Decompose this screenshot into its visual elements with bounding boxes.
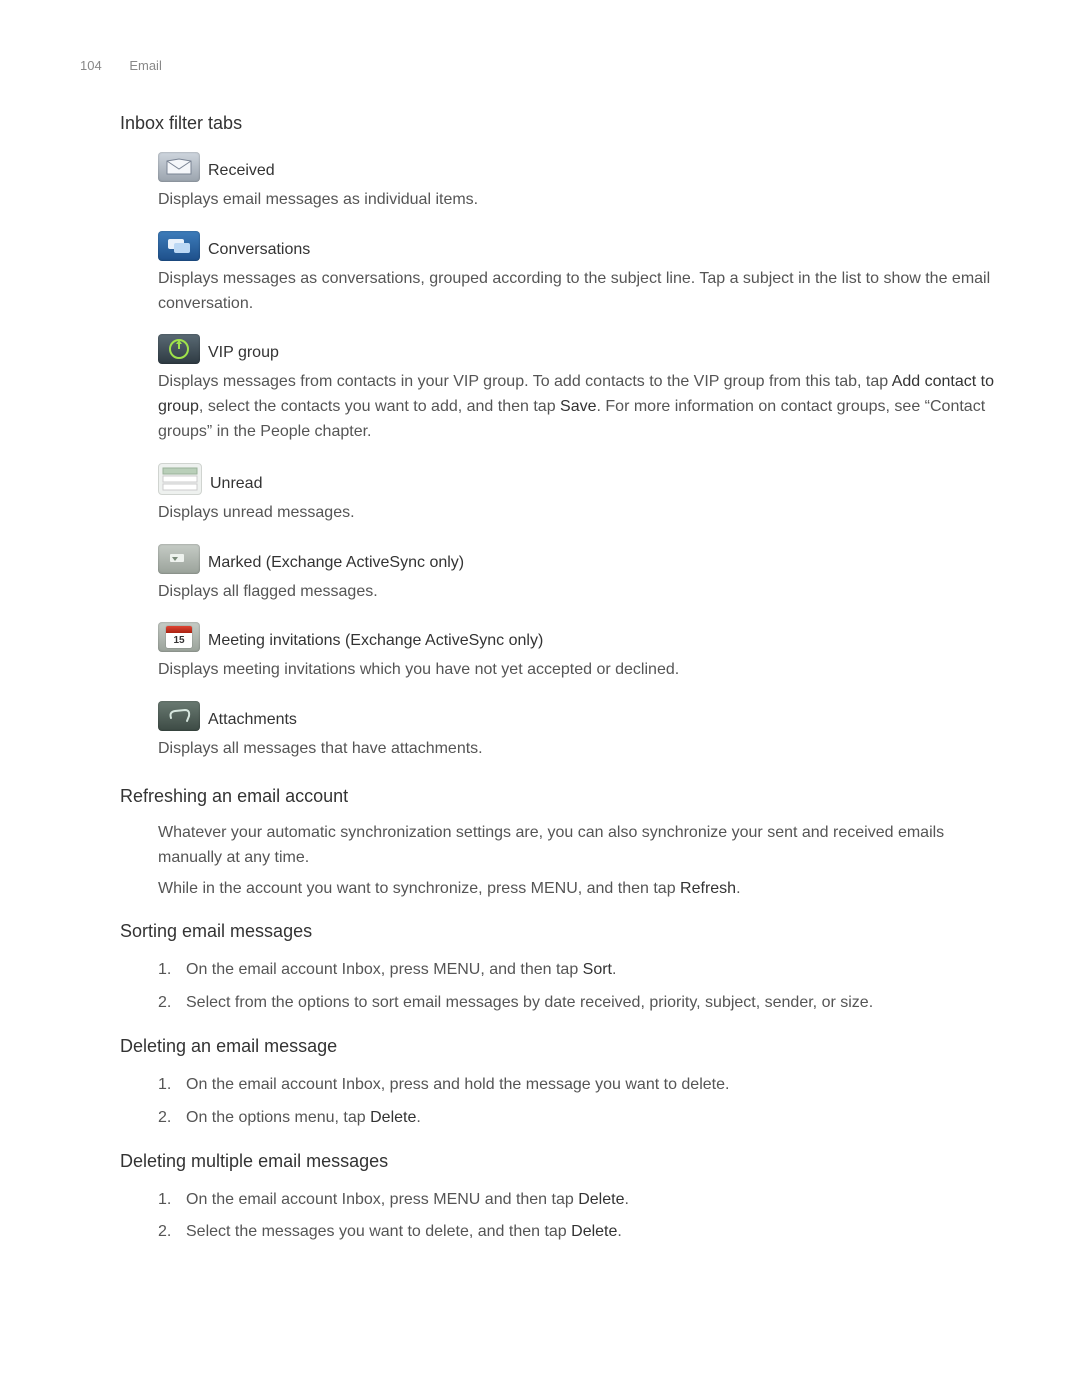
tab-attachments: Attachments Displays all messages that h… bbox=[158, 701, 1000, 762]
bold-text: Delete bbox=[578, 1191, 624, 1208]
page-number: 104 bbox=[80, 58, 102, 73]
envelope-icon bbox=[158, 152, 200, 182]
heading-refreshing: Refreshing an email account bbox=[120, 786, 1000, 807]
heading-deleting-one: Deleting an email message bbox=[120, 1036, 1000, 1057]
text: While in the account you want to synchro… bbox=[158, 880, 680, 897]
text: On the options menu, tap bbox=[186, 1109, 370, 1126]
list-item: On the email account Inbox, press and ho… bbox=[158, 1073, 1000, 1098]
tab-desc: Displays all messages that have attachme… bbox=[158, 737, 1000, 762]
paragraph: While in the account you want to synchro… bbox=[158, 877, 1000, 902]
ordered-list: On the email account Inbox, press and ho… bbox=[158, 1073, 1000, 1131]
page-header: 104 Email bbox=[80, 58, 1000, 73]
tab-label: VIP group bbox=[208, 344, 279, 364]
text: On the email account Inbox, press MENU, … bbox=[186, 961, 583, 978]
tab-unread: Unread Displays unread messages. bbox=[158, 463, 1000, 526]
calendar-day: 15 bbox=[166, 633, 192, 648]
heading-sorting: Sorting email messages bbox=[120, 921, 1000, 942]
tab-vip: VIP group Displays messages from contact… bbox=[158, 334, 1000, 444]
vip-icon bbox=[158, 334, 200, 364]
unread-icon bbox=[158, 463, 202, 495]
bold-text: Save bbox=[560, 398, 596, 415]
text: . bbox=[736, 880, 740, 897]
paragraph: Whatever your automatic synchronization … bbox=[158, 821, 1000, 871]
bold-text: Delete bbox=[571, 1223, 617, 1240]
tab-desc: Displays unread messages. bbox=[158, 501, 1000, 526]
paperclip-icon bbox=[158, 701, 200, 731]
list-item: On the email account Inbox, press MENU a… bbox=[158, 1188, 1000, 1213]
list-item: Select from the options to sort email me… bbox=[158, 991, 1000, 1016]
bold-text: Sort bbox=[583, 961, 612, 978]
tab-conversations: Conversations Displays messages as conve… bbox=[158, 231, 1000, 317]
heading-inbox-filter-tabs: Inbox filter tabs bbox=[120, 113, 1000, 134]
bold-text: Refresh bbox=[680, 880, 736, 897]
ordered-list: On the email account Inbox, press MENU, … bbox=[158, 958, 1000, 1016]
text: , select the contacts you want to add, a… bbox=[199, 398, 560, 415]
tab-label: Conversations bbox=[208, 241, 310, 261]
list-item: On the options menu, tap Delete. bbox=[158, 1106, 1000, 1131]
tab-label: Meeting invitations (Exchange ActiveSync… bbox=[208, 632, 543, 652]
document-page: 104 Email Inbox filter tabs Received Dis… bbox=[0, 0, 1080, 1321]
text: . bbox=[612, 961, 616, 978]
text: . bbox=[416, 1109, 420, 1126]
tab-label: Received bbox=[208, 162, 275, 182]
tab-label: Unread bbox=[210, 475, 262, 495]
heading-deleting-many: Deleting multiple email messages bbox=[120, 1151, 1000, 1172]
text: Displays messages from contacts in your … bbox=[158, 373, 892, 390]
calendar-icon: 15 bbox=[158, 622, 200, 652]
text: . bbox=[617, 1223, 621, 1240]
ordered-list: On the email account Inbox, press MENU a… bbox=[158, 1188, 1000, 1246]
bold-text: Delete bbox=[370, 1109, 416, 1126]
tab-label: Attachments bbox=[208, 711, 297, 731]
text: Select the messages you want to delete, … bbox=[186, 1223, 571, 1240]
text: On the email account Inbox, press MENU a… bbox=[186, 1191, 578, 1208]
conversations-icon bbox=[158, 231, 200, 261]
flag-icon bbox=[158, 544, 200, 574]
tab-received: Received Displays email messages as indi… bbox=[158, 152, 1000, 213]
tab-desc: Displays messages from contacts in your … bbox=[158, 370, 1000, 444]
tab-marked: Marked (Exchange ActiveSync only) Displa… bbox=[158, 544, 1000, 605]
list-item: Select the messages you want to delete, … bbox=[158, 1220, 1000, 1245]
tab-desc: Displays email messages as individual it… bbox=[158, 188, 1000, 213]
list-item: On the email account Inbox, press MENU, … bbox=[158, 958, 1000, 983]
tab-label: Marked (Exchange ActiveSync only) bbox=[208, 554, 464, 574]
tab-meeting: 15 Meeting invitations (Exchange ActiveS… bbox=[158, 622, 1000, 683]
header-section: Email bbox=[129, 58, 162, 73]
tab-desc: Displays all flagged messages. bbox=[158, 580, 1000, 605]
tab-desc: Displays meeting invitations which you h… bbox=[158, 658, 1000, 683]
tab-desc: Displays messages as conversations, grou… bbox=[158, 267, 1000, 317]
text: . bbox=[624, 1191, 628, 1208]
